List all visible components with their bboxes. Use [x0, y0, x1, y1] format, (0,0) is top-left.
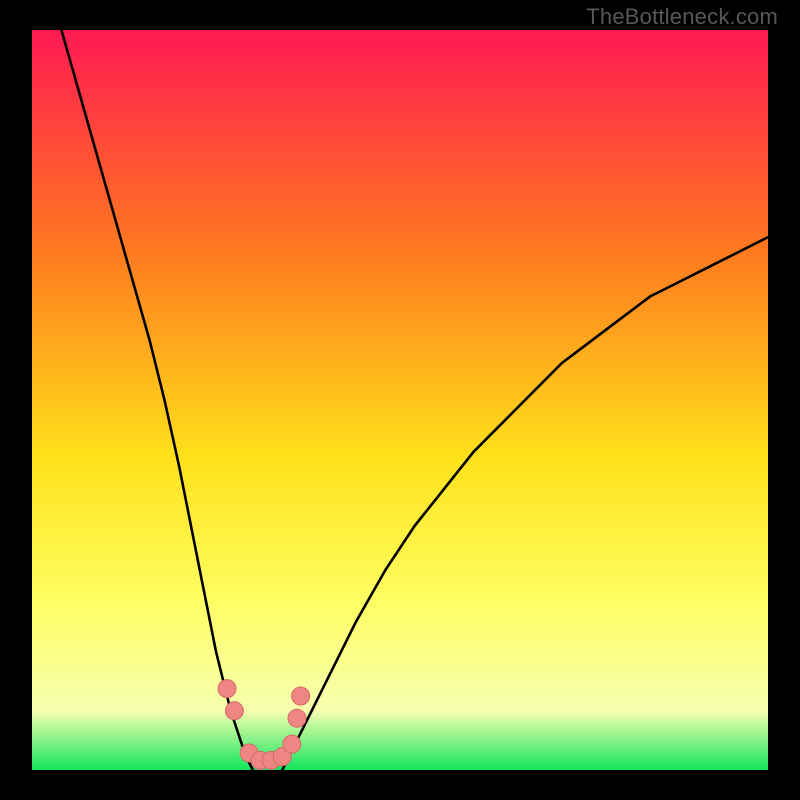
chart-frame: TheBottleneck.com — [0, 0, 800, 800]
data-marker — [288, 709, 306, 727]
gradient-background — [32, 30, 768, 770]
data-marker — [225, 702, 243, 720]
data-marker — [218, 680, 236, 698]
data-marker — [292, 687, 310, 705]
data-marker — [283, 735, 301, 753]
watermark-text: TheBottleneck.com — [586, 4, 778, 30]
bottleneck-plot — [32, 30, 768, 770]
